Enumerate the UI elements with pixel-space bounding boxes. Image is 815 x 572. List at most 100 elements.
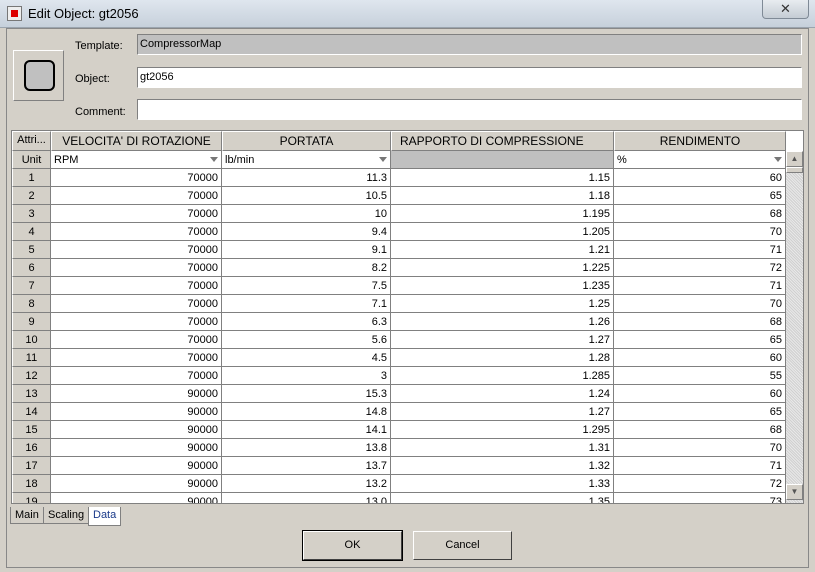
row-header[interactable]: 8 [12, 295, 51, 313]
table-cell[interactable]: 15.3 [222, 385, 391, 403]
chevron-down-icon[interactable] [210, 157, 218, 162]
table-cell[interactable]: 1.24 [391, 385, 614, 403]
row-header[interactable]: 17 [12, 457, 51, 475]
close-button[interactable]: ✕ [762, 0, 809, 19]
scroll-up-button[interactable]: ▲ [786, 151, 803, 167]
table-cell[interactable]: 1.27 [391, 331, 614, 349]
scroll-down-button[interactable]: ▼ [786, 484, 803, 500]
column-header[interactable]: PORTATA [222, 131, 391, 151]
table-cell[interactable]: 10.5 [222, 187, 391, 205]
row-header[interactable]: 9 [12, 313, 51, 331]
table-cell[interactable]: 1.195 [391, 205, 614, 223]
object-shape-icon[interactable] [13, 50, 64, 101]
row-header[interactable]: 10 [12, 331, 51, 349]
row-header[interactable]: 2 [12, 187, 51, 205]
table-cell[interactable]: 1.15 [391, 169, 614, 187]
table-cell[interactable]: 5.6 [222, 331, 391, 349]
table-cell[interactable]: 90000 [51, 493, 222, 503]
table-cell[interactable]: 68 [614, 313, 786, 331]
table-cell[interactable]: 1.235 [391, 277, 614, 295]
table-cell[interactable]: 13.0 [222, 493, 391, 503]
table-cell[interactable]: 8.2 [222, 259, 391, 277]
corner-header[interactable]: Attri... [12, 131, 51, 151]
table-cell[interactable]: 70000 [51, 367, 222, 385]
table-cell[interactable]: 72 [614, 475, 786, 493]
table-cell[interactable]: 1.21 [391, 241, 614, 259]
column-header[interactable]: RAPPORTO DI COMPRESSIONE [391, 131, 614, 151]
row-header[interactable]: 7 [12, 277, 51, 295]
row-header[interactable]: 11 [12, 349, 51, 367]
column-header[interactable]: RENDIMENTO [614, 131, 786, 151]
row-header[interactable]: 1 [12, 169, 51, 187]
vertical-scrollbar[interactable]: ▲ ▼ [786, 151, 803, 503]
table-cell[interactable]: 70 [614, 295, 786, 313]
chevron-down-icon[interactable] [774, 157, 782, 162]
tab-main[interactable]: Main [10, 507, 44, 524]
tab-scaling[interactable]: Scaling [43, 507, 90, 524]
table-cell[interactable]: 55 [614, 367, 786, 385]
table-cell[interactable]: 10 [222, 205, 391, 223]
table-cell[interactable]: 7.5 [222, 277, 391, 295]
unit-select[interactable]: % [614, 151, 786, 169]
table-cell[interactable]: 68 [614, 421, 786, 439]
row-header[interactable]: 12 [12, 367, 51, 385]
row-header[interactable]: 19 [12, 493, 51, 503]
table-cell[interactable]: 68 [614, 205, 786, 223]
table-cell[interactable]: 1.18 [391, 187, 614, 205]
row-header[interactable]: 3 [12, 205, 51, 223]
table-cell[interactable]: 13.7 [222, 457, 391, 475]
table-cell[interactable]: 70000 [51, 241, 222, 259]
table-cell[interactable]: 9.1 [222, 241, 391, 259]
table-cell[interactable]: 11.3 [222, 169, 391, 187]
scroll-thumb[interactable] [786, 167, 803, 173]
table-cell[interactable]: 1.285 [391, 367, 614, 385]
table-cell[interactable]: 90000 [51, 421, 222, 439]
table-cell[interactable]: 60 [614, 169, 786, 187]
table-cell[interactable]: 90000 [51, 403, 222, 421]
row-header[interactable]: 15 [12, 421, 51, 439]
table-cell[interactable]: 65 [614, 331, 786, 349]
table-cell[interactable]: 14.8 [222, 403, 391, 421]
table-cell[interactable]: 72 [614, 259, 786, 277]
column-header[interactable]: VELOCITA' DI ROTAZIONE [51, 131, 222, 151]
cancel-button[interactable]: Cancel [413, 531, 512, 560]
table-cell[interactable]: 1.25 [391, 295, 614, 313]
row-header[interactable]: 13 [12, 385, 51, 403]
table-cell[interactable]: 65 [614, 403, 786, 421]
table-cell[interactable]: 9.4 [222, 223, 391, 241]
table-cell[interactable]: 70000 [51, 313, 222, 331]
table-cell[interactable]: 70 [614, 439, 786, 457]
table-cell[interactable]: 1.35 [391, 493, 614, 503]
object-field[interactable]: gt2056 [137, 67, 802, 88]
table-cell[interactable]: 70000 [51, 295, 222, 313]
row-header[interactable]: 6 [12, 259, 51, 277]
row-header[interactable]: 4 [12, 223, 51, 241]
table-cell[interactable]: 7.1 [222, 295, 391, 313]
table-cell[interactable]: 13.8 [222, 439, 391, 457]
table-cell[interactable]: 70000 [51, 259, 222, 277]
table-cell[interactable]: 71 [614, 277, 786, 295]
tab-data[interactable]: Data [88, 507, 122, 526]
table-cell[interactable]: 1.225 [391, 259, 614, 277]
table-cell[interactable]: 60 [614, 385, 786, 403]
table-cell[interactable]: 1.27 [391, 403, 614, 421]
chevron-down-icon[interactable] [379, 157, 387, 162]
table-cell[interactable]: 71 [614, 241, 786, 259]
table-cell[interactable]: 6.3 [222, 313, 391, 331]
table-cell[interactable]: 13.2 [222, 475, 391, 493]
table-cell[interactable]: 1.32 [391, 457, 614, 475]
row-header[interactable]: 18 [12, 475, 51, 493]
unit-select[interactable]: RPM [51, 151, 222, 169]
table-cell[interactable]: 70000 [51, 331, 222, 349]
row-header[interactable]: 14 [12, 403, 51, 421]
table-cell[interactable]: 70000 [51, 223, 222, 241]
table-cell[interactable]: 1.295 [391, 421, 614, 439]
table-cell[interactable]: 71 [614, 457, 786, 475]
ok-button[interactable]: OK [302, 530, 403, 561]
table-cell[interactable]: 65 [614, 187, 786, 205]
table-cell[interactable]: 1.31 [391, 439, 614, 457]
row-header[interactable]: 5 [12, 241, 51, 259]
table-cell[interactable]: 60 [614, 349, 786, 367]
table-cell[interactable]: 70000 [51, 205, 222, 223]
row-header[interactable]: 16 [12, 439, 51, 457]
